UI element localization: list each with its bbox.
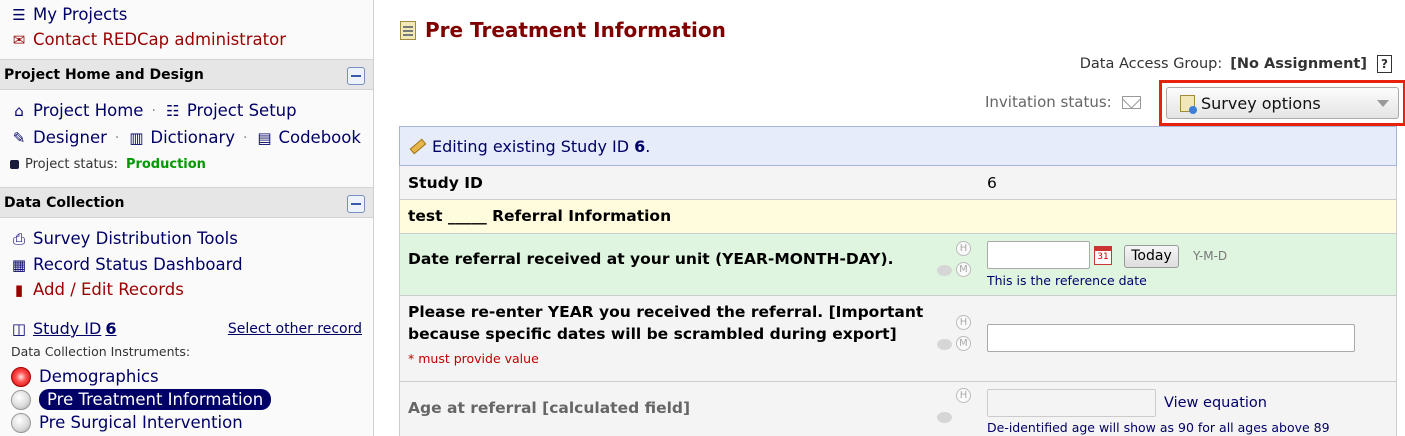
age-calculated-input	[987, 389, 1156, 417]
today-button[interactable]: Today	[1124, 245, 1179, 268]
field-label: Study ID	[408, 174, 483, 192]
history-icon[interactable]: H	[956, 388, 971, 403]
book-icon: ▤	[257, 128, 272, 147]
add-edit-records-link[interactable]: ▮ Add / Edit Records	[10, 280, 184, 299]
year-referral-row: Please re-enter YEAR you received the re…	[399, 296, 1397, 382]
contact-admin-link[interactable]: ✉ Contact REDCap administrator	[10, 30, 286, 49]
survey-icon	[1180, 94, 1197, 114]
instrument-item-active[interactable]: Pre Treatment Information	[11, 389, 272, 410]
current-record-link[interactable]: ◫ Study ID 6	[10, 319, 117, 338]
survey-options-highlight: Survey options	[1159, 80, 1405, 126]
survey-options-button[interactable]: Survey options	[1166, 87, 1399, 119]
collapse-icon[interactable]	[347, 195, 365, 213]
project-status: Project status: Production	[10, 157, 206, 172]
collapse-icon[interactable]	[347, 67, 365, 85]
data-collection-header: Data Collection	[0, 187, 373, 218]
instruments-label: Data Collection Instruments:	[11, 344, 191, 359]
missing-data-icon[interactable]: M	[956, 262, 971, 277]
year-referral-input[interactable]	[987, 324, 1355, 352]
status-production: Production	[125, 157, 206, 172]
field-note: De-identified age will show as 90 for al…	[987, 420, 1330, 435]
date-format-label: Y-M-D	[1193, 249, 1228, 263]
status-incomplete-icon[interactable]	[11, 366, 31, 387]
project-home-row: ⌂ Project Home · ☷ Project Setup	[10, 101, 296, 120]
status-square-icon	[10, 160, 19, 169]
project-home-design-header: Project Home and Design	[0, 59, 373, 90]
status-none-icon[interactable]	[11, 389, 31, 410]
editing-banner: Editing existing Study ID 6 .	[399, 126, 1397, 166]
history-icon[interactable]: H	[956, 241, 971, 256]
survey-distribution-link[interactable]: ⎙ Survey Distribution Tools	[10, 229, 238, 248]
checklist-icon: ☷	[166, 101, 180, 120]
designer-row: ✎ Designer · ▥ Dictionary · ▤ Codebook	[10, 128, 361, 147]
comment-icon[interactable]	[937, 339, 952, 350]
dictionary-link[interactable]: ▥ Dictionary	[127, 128, 235, 147]
form-icon	[400, 20, 416, 40]
record-status-link[interactable]: ▦ Record Status Dashboard	[10, 255, 243, 274]
home-icon: ⌂	[14, 101, 24, 120]
designer-link[interactable]: ✎ Designer	[10, 128, 107, 147]
history-icon[interactable]: H	[956, 315, 971, 330]
data-access-group: Data Access Group: [No Assignment] ?	[1080, 55, 1392, 73]
envelope-icon: ✉	[12, 30, 26, 49]
required-note: * must provide value	[408, 351, 539, 366]
field-label: Date referral received at your unit (YEA…	[408, 250, 894, 268]
field-actions: H	[937, 388, 971, 430]
calendar-icon[interactable]: 31	[1094, 246, 1112, 265]
date-referral-row: Date referral received at your unit (YEA…	[399, 234, 1397, 296]
section-header: test _____ Referral Information	[399, 200, 1397, 234]
field-label: Please re-enter YEAR you received the re…	[408, 303, 924, 343]
survey-distribution-icon: ⎙	[12, 229, 25, 248]
project-home-link[interactable]: ⌂ Project Home	[10, 101, 143, 120]
view-equation-link[interactable]: View equation	[1164, 395, 1267, 411]
field-label: Age at referral [calculated field]	[408, 399, 691, 417]
grid-icon: ▦	[11, 255, 27, 274]
comment-icon[interactable]	[937, 265, 952, 276]
chevron-down-icon	[1377, 99, 1389, 107]
date-referral-input[interactable]	[987, 241, 1090, 269]
left-sidebar: ☰ My Projects ✉ Contact REDCap administr…	[0, 0, 374, 436]
instrument-item[interactable]: Pre Surgical Intervention	[11, 412, 251, 433]
age-referral-row: Age at referral [calculated field] H Vie…	[399, 382, 1397, 436]
status-none-icon[interactable]	[11, 412, 31, 433]
help-icon[interactable]: ?	[1377, 55, 1392, 73]
pencil-icon	[409, 138, 427, 154]
page-title: Pre Treatment Information	[400, 18, 726, 42]
file-icon: ▮	[14, 280, 24, 299]
envelope-icon[interactable]	[1121, 95, 1141, 109]
list-icon: ☰	[12, 5, 26, 24]
instrument-item[interactable]: Demographics	[11, 366, 167, 387]
project-setup-link[interactable]: ☷ Project Setup	[164, 101, 296, 120]
invitation-status: Invitation status:	[985, 93, 1141, 111]
missing-data-icon[interactable]: M	[956, 336, 971, 351]
study-id-value: 6	[987, 174, 997, 192]
field-actions: H M	[937, 241, 971, 283]
my-projects-link[interactable]: ☰ My Projects	[10, 5, 127, 24]
edit-icon: ✎	[12, 128, 26, 147]
select-other-record-link[interactable]: Select other record	[228, 321, 362, 337]
field-note: This is the reference date	[987, 273, 1147, 288]
codebook-link[interactable]: ▤ Codebook	[255, 128, 361, 147]
dictionary-icon: ▥	[129, 128, 144, 147]
field-actions: H M	[937, 315, 971, 357]
current-record-row: ◫ Study ID 6 Select other record	[10, 319, 362, 338]
record-icon: ◫	[11, 319, 27, 338]
main-content: Pre Treatment Information Data Access Gr…	[374, 0, 1405, 436]
study-id-row: Study ID 6	[399, 166, 1397, 200]
comment-icon[interactable]	[937, 412, 952, 423]
